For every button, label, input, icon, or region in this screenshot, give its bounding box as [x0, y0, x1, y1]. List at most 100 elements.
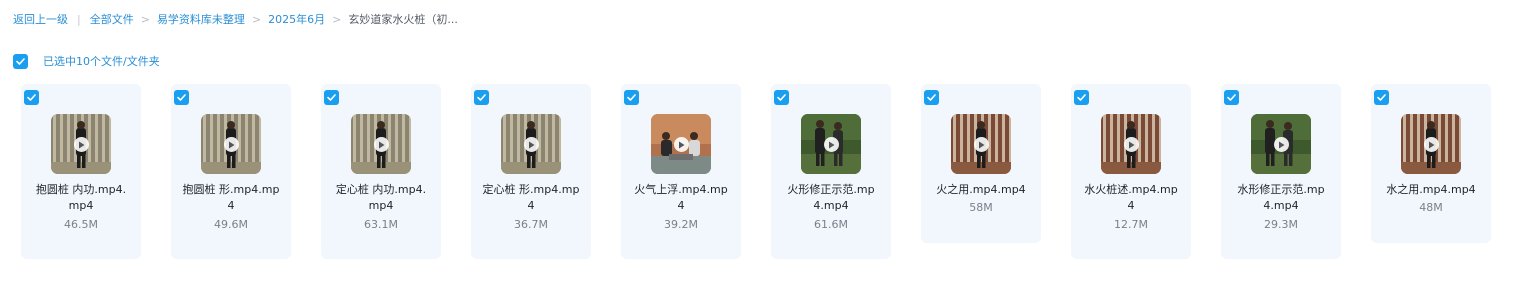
file-checkbox[interactable] [174, 90, 189, 105]
video-thumbnail[interactable] [501, 114, 561, 174]
file-size: 61.6M [814, 218, 848, 231]
video-thumbnail[interactable] [801, 114, 861, 174]
chevron-right-icon: > [140, 12, 150, 26]
file-size: 48M [1419, 201, 1443, 214]
file-name-line-1: 火气上浮.mp4.mp [634, 183, 728, 196]
file-name-line-1: 水形修正示范.mp [1237, 183, 1325, 196]
file-name: 火形修正示范.mp 4.mp4 [777, 182, 885, 214]
file-checkbox[interactable] [924, 90, 939, 105]
file-name-line-1: 定心桩 形.mp4.mp [482, 183, 580, 196]
file-size: 39.2M [664, 218, 698, 231]
file-checkbox[interactable] [774, 90, 789, 105]
checkmark-icon [627, 94, 636, 101]
checkmark-icon [927, 94, 936, 101]
file-name-line-2: 4 [1127, 199, 1135, 212]
file-tile[interactable]: 水火桩述.mp4.mp 4 12.7M [1071, 84, 1191, 259]
file-name-line-2: 4 [527, 199, 535, 212]
file-name: 水火桩述.mp4.mp 4 [1077, 182, 1185, 214]
play-icon [524, 137, 539, 152]
video-thumbnail[interactable] [51, 114, 111, 174]
checkmark-icon [1377, 94, 1386, 101]
file-size: 36.7M [514, 218, 548, 231]
file-name-line-1: 定心桩 内功.mp4. [335, 183, 427, 196]
file-tile[interactable]: 火形修正示范.mp 4.mp4 61.6M [771, 84, 891, 259]
checkmark-icon [777, 94, 786, 101]
selection-count-label: 已选中10个文件/文件夹 [43, 55, 160, 68]
play-icon [74, 137, 89, 152]
file-size: 29.3M [1264, 218, 1298, 231]
play-icon [374, 137, 389, 152]
file-checkbox[interactable] [1224, 90, 1239, 105]
breadcrumb-divider: | [77, 12, 81, 26]
checkmark-icon [27, 94, 36, 101]
file-name: 火之用.mp4.mp4 [927, 182, 1035, 198]
file-name-line-1: 火形修正示范.mp [787, 183, 875, 196]
checkmark-icon [327, 94, 336, 101]
file-checkbox[interactable] [324, 90, 339, 105]
file-name-line-1: 抱圆桩 形.mp4.mp [182, 183, 280, 196]
file-name: 定心桩 形.mp4.mp 4 [477, 182, 585, 214]
checkmark-icon [16, 57, 25, 65]
file-name: 水之用.mp4.mp4 [1377, 182, 1485, 198]
file-tile[interactable]: 水形修正示范.mp 4.mp4 29.3M [1221, 84, 1341, 259]
file-name-line-2: 4.mp4 [813, 199, 849, 212]
play-icon [224, 137, 239, 152]
play-icon [1124, 137, 1139, 152]
file-name-line-2: mp4 [68, 199, 94, 212]
file-tile[interactable]: 定心桩 形.mp4.mp 4 36.7M [471, 84, 591, 259]
select-all-checkbox[interactable] [13, 53, 28, 69]
file-tile[interactable]: 水之用.mp4.mp4 48M [1371, 84, 1491, 243]
play-icon [674, 137, 689, 152]
file-size: 46.5M [64, 218, 98, 231]
back-link[interactable]: 返回上一级 [13, 11, 68, 27]
file-size: 63.1M [364, 218, 398, 231]
file-name: 抱圆桩 形.mp4.mp 4 [177, 182, 285, 214]
file-name-line-2: 4 [227, 199, 235, 212]
play-icon [974, 137, 989, 152]
video-thumbnail[interactable] [1101, 114, 1161, 174]
file-size: 12.7M [1114, 218, 1148, 231]
file-tile[interactable]: 火气上浮.mp4.mp 4 39.2M [621, 84, 741, 259]
play-icon [824, 137, 839, 152]
file-name-line-1: 火之用.mp4.mp4 [936, 183, 1026, 196]
file-name-line-2: mp4 [368, 199, 394, 212]
checkmark-icon [177, 94, 186, 101]
checkmark-icon [477, 94, 486, 101]
chevron-right-icon: > [332, 12, 342, 26]
file-name: 抱圆桩 内功.mp4. mp4 [27, 182, 135, 214]
file-size: 58M [969, 201, 993, 214]
breadcrumb: 返回上一级 | 全部文件 > 易学资料库未整理 > 2025年6月 > 玄妙道家… [13, 11, 458, 27]
file-name-line-1: 抱圆桩 内功.mp4. [35, 183, 127, 196]
file-name: 水形修正示范.mp 4.mp4 [1227, 182, 1335, 214]
file-name-line-2: 4 [677, 199, 685, 212]
breadcrumb-all-files[interactable]: 全部文件 [90, 11, 134, 27]
video-thumbnail[interactable] [651, 114, 711, 174]
file-name: 火气上浮.mp4.mp 4 [627, 182, 735, 214]
breadcrumb-current: 玄妙道家水火桩（初... [348, 13, 458, 26]
selection-bar: 已选中10个文件/文件夹 [13, 53, 160, 69]
file-name: 定心桩 内功.mp4. mp4 [327, 182, 435, 214]
file-checkbox[interactable] [624, 90, 639, 105]
file-name-line-2: 4.mp4 [1263, 199, 1299, 212]
breadcrumb-month-folder[interactable]: 2025年6月 [268, 11, 325, 27]
file-tile[interactable]: 抱圆桩 形.mp4.mp 4 49.6M [171, 84, 291, 259]
file-name-line-1: 水火桩述.mp4.mp [1084, 183, 1178, 196]
file-tile[interactable]: 定心桩 内功.mp4. mp4 63.1M [321, 84, 441, 259]
checkmark-icon [1227, 94, 1236, 101]
video-thumbnail[interactable] [1401, 114, 1461, 174]
file-checkbox[interactable] [1074, 90, 1089, 105]
video-thumbnail[interactable] [351, 114, 411, 174]
chevron-right-icon: > [251, 12, 262, 26]
breadcrumb-folder[interactable]: 易学资料库未整理 [157, 11, 245, 27]
file-checkbox[interactable] [1374, 90, 1389, 105]
video-thumbnail[interactable] [201, 114, 261, 174]
file-name-line-1: 水之用.mp4.mp4 [1386, 183, 1476, 196]
play-icon [1274, 137, 1289, 152]
file-tile[interactable]: 火之用.mp4.mp4 58M [921, 84, 1041, 243]
file-tile[interactable]: 抱圆桩 内功.mp4. mp4 46.5M [21, 84, 141, 259]
file-checkbox[interactable] [24, 90, 39, 105]
video-thumbnail[interactable] [1251, 114, 1311, 174]
play-icon [1424, 137, 1439, 152]
video-thumbnail[interactable] [951, 114, 1011, 174]
file-checkbox[interactable] [474, 90, 489, 105]
